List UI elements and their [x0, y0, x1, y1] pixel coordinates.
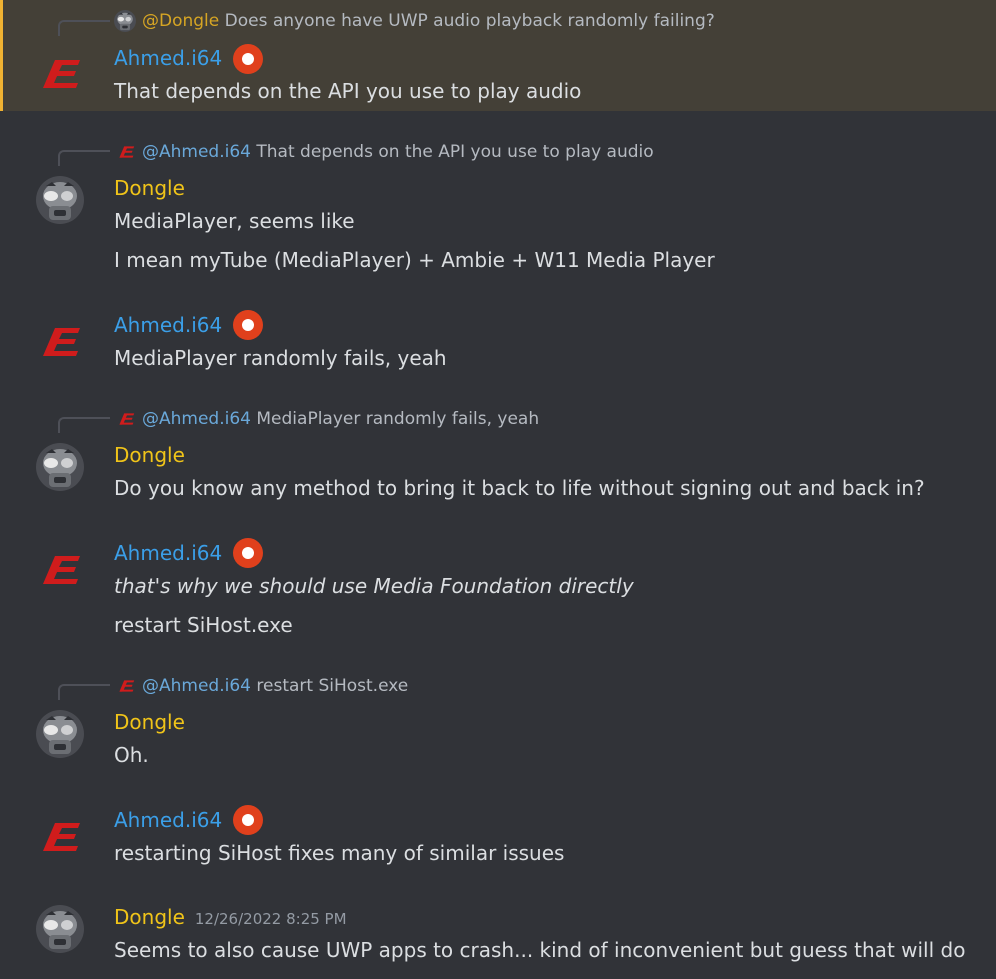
- dongle-avatar-icon[interactable]: [36, 905, 84, 953]
- status-badge-icon: [233, 538, 263, 568]
- ahmed-mini-avatar-icon: [118, 411, 136, 427]
- message-text: I mean myTube (MediaPlayer) + Ambie + W1…: [114, 248, 715, 272]
- reply-spine: [58, 150, 110, 166]
- reply-mention[interactable]: @Ahmed.i64: [142, 142, 251, 162]
- status-badge-icon: [233, 310, 263, 340]
- reply-mention[interactable]: @Ahmed.i64: [142, 409, 251, 429]
- message-1[interactable]: @Ahmed.i64 That depends on the API you u…: [0, 130, 996, 280]
- status-badge-icon: [233, 44, 263, 74]
- reply-text: That depends on the API you use to play …: [256, 142, 654, 162]
- author-name[interactable]: Ahmed.i64: [114, 45, 222, 71]
- ahmed-avatar-icon[interactable]: [40, 550, 84, 590]
- reply-spine: [58, 684, 110, 700]
- reply-spine: [58, 20, 110, 36]
- message-timestamp: 12/26/2022 8:25 PM: [194, 909, 347, 928]
- message-text: restarting SiHost fixes many of similar …: [114, 841, 565, 865]
- dongle-avatar-icon[interactable]: [36, 176, 84, 224]
- ahmed-mini-avatar-icon: [118, 144, 136, 160]
- message-text: restart SiHost.exe: [114, 613, 293, 637]
- message-text: MediaPlayer, seems like: [114, 209, 355, 233]
- message-2[interactable]: Ahmed.i64 MediaPlayer randomly fails, ye…: [0, 300, 996, 380]
- reply-preview[interactable]: @Ahmed.i64 MediaPlayer randomly fails, y…: [118, 408, 539, 430]
- message-text: That depends on the API you use to play …: [114, 79, 582, 103]
- author-name[interactable]: Dongle: [114, 442, 185, 468]
- ahmed-avatar-icon[interactable]: [40, 817, 84, 857]
- dongle-avatar-icon[interactable]: [36, 443, 84, 491]
- ahmed-mini-avatar-icon: [118, 678, 136, 694]
- ahmed-avatar-icon[interactable]: [40, 54, 84, 94]
- reply-mention[interactable]: @Ahmed.i64: [142, 676, 251, 696]
- author-name[interactable]: Dongle: [114, 175, 185, 201]
- message-5[interactable]: @Ahmed.i64 restart SiHost.exe Dongle Oh.: [0, 664, 996, 784]
- reply-mention[interactable]: @Dongle: [142, 11, 219, 31]
- reply-text: restart SiHost.exe: [256, 676, 409, 696]
- message-6[interactable]: Ahmed.i64 restarting SiHost fixes many o…: [0, 795, 996, 880]
- author-name[interactable]: Dongle 12/26/2022 8:25 PM: [114, 904, 347, 932]
- reply-text: Does anyone have UWP audio playback rand…: [224, 11, 715, 31]
- author-label: Dongle: [114, 905, 185, 929]
- message-text: Seems to also cause UWP apps to crash...…: [114, 938, 966, 962]
- message-text: MediaPlayer randomly fails, yeah: [114, 346, 447, 370]
- author-name[interactable]: Ahmed.i64: [114, 807, 222, 833]
- author-name[interactable]: Dongle: [114, 709, 185, 735]
- message-3[interactable]: @Ahmed.i64 MediaPlayer randomly fails, y…: [0, 397, 996, 517]
- reply-preview[interactable]: @Ahmed.i64 That depends on the API you u…: [118, 141, 654, 163]
- author-name[interactable]: Ahmed.i64: [114, 312, 222, 338]
- dongle-mini-avatar-icon: [114, 10, 136, 32]
- message-0[interactable]: @Dongle Does anyone have UWP audio playb…: [0, 0, 996, 111]
- message-text: Do you know any method to bring it back …: [114, 476, 925, 500]
- reply-preview[interactable]: @Dongle Does anyone have UWP audio playb…: [114, 10, 715, 32]
- reply-preview[interactable]: @Ahmed.i64 restart SiHost.exe: [118, 675, 408, 697]
- message-text: that's why we should use Media Foundatio…: [114, 574, 634, 598]
- author-name[interactable]: Ahmed.i64: [114, 540, 222, 566]
- status-badge-icon: [233, 805, 263, 835]
- reply-text: MediaPlayer randomly fails, yeah: [256, 409, 540, 429]
- message-4[interactable]: Ahmed.i64 that's why we should use Media…: [0, 528, 996, 648]
- message-text: Oh.: [114, 743, 149, 767]
- dongle-avatar-icon[interactable]: [36, 710, 84, 758]
- message-7[interactable]: Dongle 12/26/2022 8:25 PM Seems to also c…: [0, 893, 996, 979]
- ahmed-avatar-icon[interactable]: [40, 322, 84, 362]
- reply-spine: [58, 417, 110, 433]
